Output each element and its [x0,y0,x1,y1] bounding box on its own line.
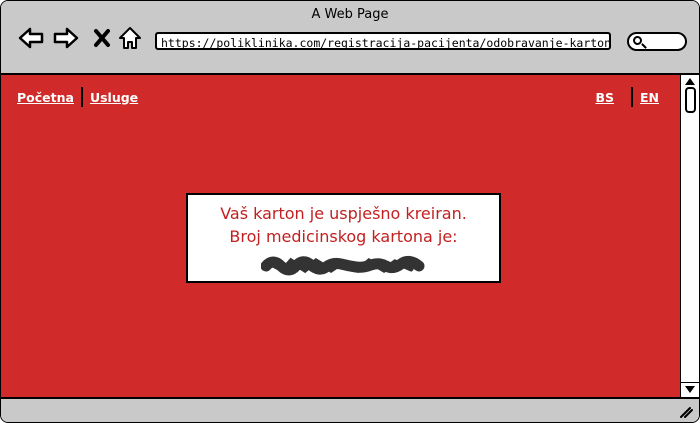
resize-grip-icon[interactable] [679,406,693,418]
scroll-up-arrow-icon[interactable] [685,78,695,85]
lang-divider [630,87,633,107]
home-button[interactable] [117,25,143,51]
search-field[interactable] [627,32,687,51]
browser-toolbar: A Web Page https://poliklinika.com/regis… [1,1,699,75]
record-number-label: Broj medicinskog kartona je: [229,227,458,246]
close-x-icon [94,29,110,47]
search-icon [633,36,642,45]
address-bar[interactable]: https://poliklinika.com/registracija-pac… [155,32,611,50]
success-message-box: Vaš karton je uspješno kreiran. Broj med… [186,193,501,283]
browser-window: A Web Page https://poliklinika.com/regis… [0,0,700,423]
success-message: Vaš karton je uspješno kreiran. [220,204,467,223]
lang-en-link[interactable]: EN [640,90,659,105]
nav-link-home[interactable]: Početna [17,90,74,105]
status-bar [1,397,699,422]
lang-bs-link[interactable]: BS [595,90,614,105]
scroll-thumb[interactable] [685,87,696,113]
language-switcher: BS EN [595,87,659,107]
home-icon [119,27,141,49]
page-content: Početna Usluge BS EN Vaš karton je uspje… [1,75,680,397]
window-title: A Web Page [311,7,389,22]
back-button[interactable] [18,25,44,51]
scroll-down-arrow-icon[interactable] [685,386,695,393]
vertical-scrollbar[interactable] [680,75,699,397]
forward-button[interactable] [53,25,79,51]
nav-link-services[interactable]: Usluge [90,90,138,105]
main-nav: Početna Usluge [17,87,138,107]
forward-arrow-icon [53,27,79,49]
redacted-record-number [260,255,424,276]
back-arrow-icon [18,27,44,49]
nav-divider [80,87,83,107]
stop-button[interactable] [89,25,115,51]
